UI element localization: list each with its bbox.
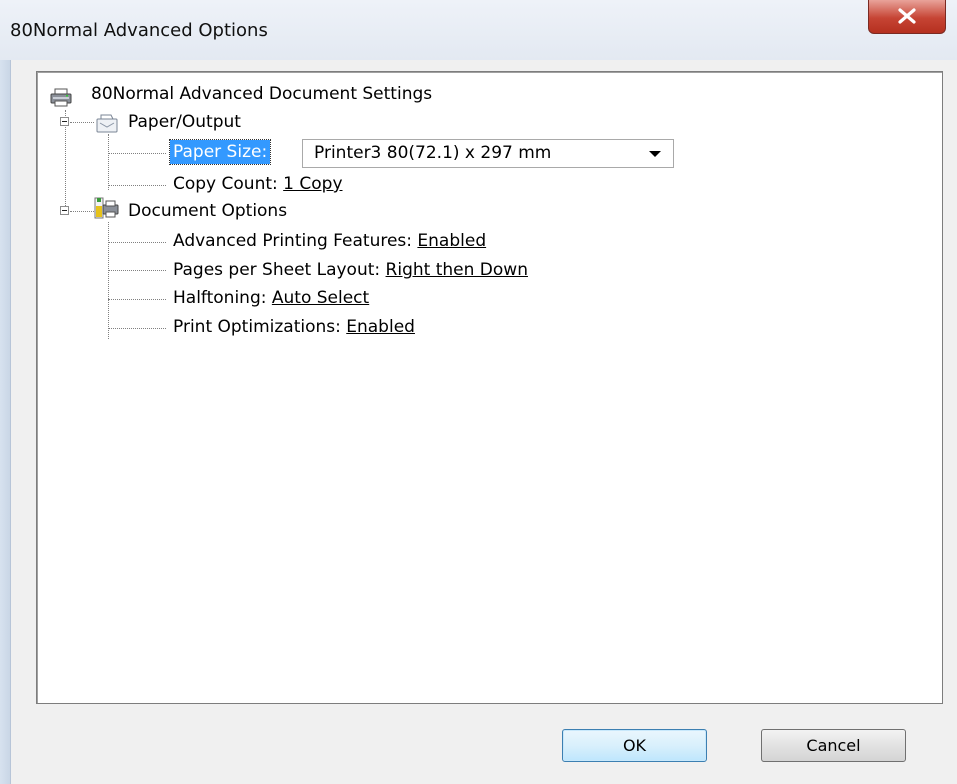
tree-line [108,328,166,329]
option-label: Halftoning: [173,288,267,308]
pages-per-sheet-layout-row[interactable]: Pages per Sheet Layout: Right then Down [173,258,528,282]
paper-output-icon [96,114,118,133]
document-options-label: Document Options [128,201,288,221]
option-label: Advanced Printing Features: [173,231,412,251]
copy-count-row[interactable]: Copy Count: 1 Copy [173,172,343,196]
window-frame-left [0,60,10,784]
tree-line [108,185,166,186]
window-title: 80Normal Advanced Options [10,20,268,41]
close-icon [898,8,916,24]
paper-size-dropdown[interactable]: Printer3 80(72.1) x 297 mm [302,139,674,168]
cancel-button[interactable]: Cancel [761,729,906,762]
ok-button[interactable]: OK [562,729,707,762]
advanced-printing-features-row[interactable]: Advanced Printing Features: Enabled [173,229,486,253]
option-label: Print Optimizations: [173,317,341,337]
title-bar: 80Normal Advanced Options [0,0,957,60]
collapse-toggle-paper-output[interactable] [60,117,69,126]
copy-count-label: Copy Count: [173,174,278,194]
chevron-down-icon[interactable] [649,151,661,157]
tree-line [70,211,94,212]
halftoning-row[interactable]: Halftoning: Auto Select [173,286,369,310]
option-label: Pages per Sheet Layout: [173,260,381,280]
option-value[interactable]: Enabled [417,231,486,251]
paper-output-label: Paper/Output [128,112,241,132]
tree-line [108,299,166,300]
tree-line [70,122,94,123]
copy-count-value[interactable]: 1 Copy [283,174,342,194]
tree-line [108,153,166,154]
paper-size-label[interactable]: Paper Size: [168,139,272,165]
tree-line [108,270,166,271]
settings-tree[interactable]: 80Normal Advanced Document Settings Pape… [36,71,943,704]
paper-size-value: Printer3 80(72.1) x 297 mm [314,143,552,163]
option-value[interactable]: Enabled [346,317,415,337]
tree-line [108,242,166,243]
document-options-icon [94,197,119,219]
tree-line [108,222,109,339]
tree-root-label: 80Normal Advanced Document Settings [91,84,433,104]
close-button[interactable] [868,0,946,34]
option-value[interactable]: Auto Select [272,288,369,308]
collapse-toggle-document-options[interactable] [60,206,69,215]
printer-icon [50,88,72,107]
tree-line [108,134,109,190]
option-value[interactable]: Right then Down [386,260,528,280]
print-optimizations-row[interactable]: Print Optimizations: Enabled [173,315,415,339]
